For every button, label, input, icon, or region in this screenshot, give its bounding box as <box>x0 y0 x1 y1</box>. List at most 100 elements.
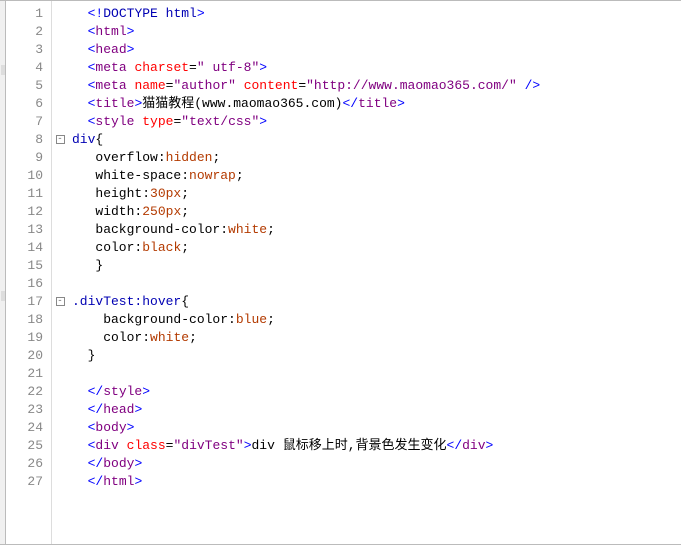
code-line[interactable]: overflow:hidden; <box>72 149 681 167</box>
token-str: "text/css" <box>181 114 259 129</box>
token-text: 猫猫教程(www.maomao365.com) <box>142 96 342 111</box>
line-number: 19 <box>6 329 51 347</box>
line-number: 12 <box>6 203 51 221</box>
line-number: 4 <box>6 59 51 77</box>
token-angle: > <box>134 456 142 471</box>
token-punct: : <box>142 330 150 345</box>
fold-cell <box>52 275 68 293</box>
token-angle: </ <box>88 474 104 489</box>
fold-cell <box>52 455 68 473</box>
token-prop: width <box>95 204 134 219</box>
token-tag: body <box>103 456 134 471</box>
marker-margin <box>0 1 6 544</box>
code-line[interactable]: </html> <box>72 473 681 491</box>
code-line[interactable]: color:black; <box>72 239 681 257</box>
fold-cell <box>52 149 68 167</box>
code-line[interactable]: color:white; <box>72 329 681 347</box>
token-punct: { <box>95 132 103 147</box>
token-punct: ; <box>267 312 275 327</box>
code-line[interactable]: } <box>72 347 681 365</box>
fold-column[interactable]: -- <box>52 1 68 544</box>
token-punct: ; <box>236 168 244 183</box>
token-text <box>72 204 95 219</box>
line-number: 26 <box>6 455 51 473</box>
token-tag: div <box>462 438 485 453</box>
line-number: 5 <box>6 77 51 95</box>
code-area[interactable]: <!DOCTYPE html> <html> <head> <meta char… <box>68 1 681 544</box>
fold-cell[interactable]: - <box>52 293 68 311</box>
code-line[interactable]: <meta name="author" content="http://www.… <box>72 77 681 95</box>
fold-cell <box>52 41 68 59</box>
line-number: 14 <box>6 239 51 257</box>
token-punct: ; <box>189 330 197 345</box>
code-line[interactable]: </body> <box>72 455 681 473</box>
token-punct: : <box>142 186 150 201</box>
token-text <box>72 114 88 129</box>
line-number: 2 <box>6 23 51 41</box>
code-line[interactable]: <style type="text/css"> <box>72 113 681 131</box>
token-text <box>72 348 88 363</box>
token-val: blue <box>236 312 267 327</box>
fold-cell <box>52 167 68 185</box>
code-editor[interactable]: 1234567891011121314151617181920212223242… <box>0 0 681 545</box>
fold-cell[interactable]: - <box>52 131 68 149</box>
code-line[interactable]: background-color:blue; <box>72 311 681 329</box>
token-sel: div <box>72 132 95 147</box>
token-text <box>72 6 88 21</box>
code-line[interactable]: </style> <box>72 383 681 401</box>
line-number: 6 <box>6 95 51 113</box>
code-line[interactable]: <div class="divTest">div 鼠标移上时,背景色发生变化</… <box>72 437 681 455</box>
line-number: 21 <box>6 365 51 383</box>
fold-cell <box>52 473 68 491</box>
token-val: black <box>142 240 181 255</box>
code-line[interactable] <box>72 275 681 293</box>
code-line[interactable]: height:30px; <box>72 185 681 203</box>
line-number: 8 <box>6 131 51 149</box>
token-punct: : <box>181 168 189 183</box>
token-punct: ; <box>181 186 189 201</box>
token-punct: ; <box>181 204 189 219</box>
code-line[interactable]: background-color:white; <box>72 221 681 239</box>
code-line[interactable]: div{ <box>72 131 681 149</box>
fold-toggle-icon[interactable]: - <box>56 297 65 306</box>
token-text <box>72 96 88 111</box>
fold-cell <box>52 95 68 113</box>
fold-cell <box>52 113 68 131</box>
token-text <box>72 186 95 201</box>
token-text <box>72 24 88 39</box>
token-angle: /> <box>517 78 540 93</box>
line-number: 25 <box>6 437 51 455</box>
code-line[interactable]: } <box>72 257 681 275</box>
token-prop: height <box>95 186 142 201</box>
code-line[interactable]: <html> <box>72 23 681 41</box>
code-line[interactable]: .divTest:hover{ <box>72 293 681 311</box>
fold-toggle-icon[interactable]: - <box>56 135 65 144</box>
token-val: nowrap <box>189 168 236 183</box>
token-angle: </ <box>342 96 358 111</box>
token-val: hidden <box>166 150 213 165</box>
token-text <box>72 222 95 237</box>
code-line[interactable]: </head> <box>72 401 681 419</box>
line-number: 1 <box>6 5 51 23</box>
code-line[interactable]: <!DOCTYPE html> <box>72 5 681 23</box>
line-number: 22 <box>6 383 51 401</box>
token-eq: = <box>189 60 197 75</box>
fold-cell <box>52 203 68 221</box>
code-line[interactable]: <title>猫猫教程(www.maomao365.com)</title> <box>72 95 681 113</box>
token-text <box>72 456 88 471</box>
token-angle: </ <box>88 384 104 399</box>
token-punct: ; <box>267 222 275 237</box>
code-line[interactable]: <meta charset=" utf-8"> <box>72 59 681 77</box>
code-line[interactable]: white-space:nowrap; <box>72 167 681 185</box>
line-number: 9 <box>6 149 51 167</box>
token-text <box>72 168 95 183</box>
token-tag: meta <box>95 78 134 93</box>
code-line[interactable] <box>72 365 681 383</box>
code-line[interactable]: width:250px; <box>72 203 681 221</box>
code-line[interactable]: <head> <box>72 41 681 59</box>
token-tag: body <box>95 420 126 435</box>
line-number: 20 <box>6 347 51 365</box>
code-line[interactable]: <body> <box>72 419 681 437</box>
token-punct: : <box>220 222 228 237</box>
line-number: 27 <box>6 473 51 491</box>
